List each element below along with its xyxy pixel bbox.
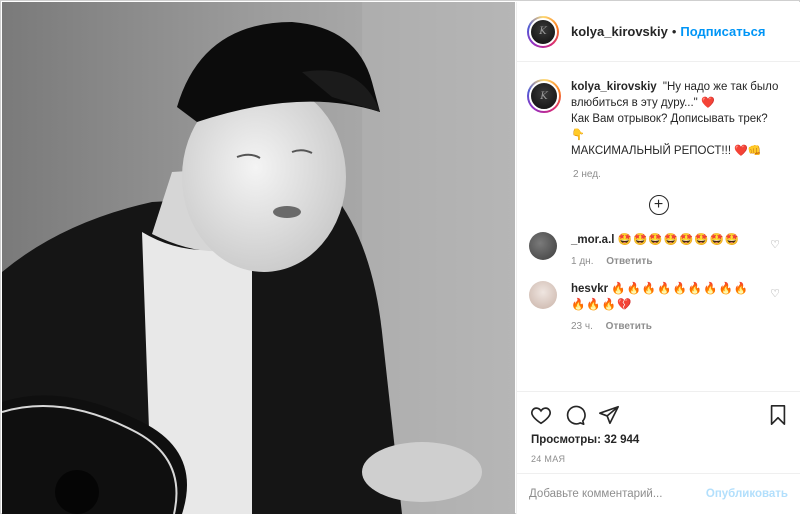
comment-meta: 23 ч. Ответить	[571, 321, 784, 332]
post-side-panel: K kolya_kirovskiy • Подписаться K kolya_…	[516, 2, 800, 514]
post-video[interactable]	[2, 2, 515, 514]
post-date[interactable]: 24 МАЯ	[517, 454, 800, 464]
post-actions: Просмотры: 32 944 24 МАЯ Добавьте коммен…	[517, 391, 800, 513]
caption-line-3: МАКСИМАЛЬНЫЙ РЕПОСТ!!!	[571, 145, 732, 157]
caption-point-emoji: 👇	[571, 129, 585, 141]
caption-avatar[interactable]: K	[527, 79, 561, 113]
action-icons-row	[517, 392, 800, 430]
add-comment-input[interactable]: Добавьте комментарий...	[529, 488, 706, 500]
caption-username[interactable]: kolya_kirovskiy	[571, 81, 657, 93]
save-bookmark-icon[interactable]	[766, 403, 790, 427]
author-avatar[interactable]: K	[527, 15, 559, 48]
load-more-comments: +	[517, 184, 800, 226]
commenter-username[interactable]: hesvkr	[571, 283, 608, 295]
publish-button[interactable]: Опубликовать	[706, 488, 788, 500]
add-comment-bar: Добавьте комментарий... Опубликовать	[517, 473, 800, 513]
follow-button[interactable]: Подписаться	[680, 24, 765, 39]
comment-item: _mor.a.l 🤩🤩🤩🤩🤩🤩🤩🤩 1 дн. Ответить ♡	[517, 232, 800, 267]
author-username[interactable]: kolya_kirovskiy	[571, 24, 668, 39]
views-count[interactable]: Просмотры: 32 944	[517, 434, 800, 446]
comment-item: hesvkr 🔥🔥🔥🔥🔥🔥🔥🔥🔥🔥🔥🔥💔 23 ч. Ответить ♡	[517, 281, 800, 332]
comment-body: hesvkr 🔥🔥🔥🔥🔥🔥🔥🔥🔥🔥🔥🔥💔	[571, 281, 784, 313]
comment-text: 🤩🤩🤩🤩🤩🤩🤩🤩	[617, 234, 741, 246]
load-more-comments-button[interactable]: +	[648, 195, 669, 215]
commenter-avatar[interactable]	[529, 232, 557, 260]
caption-line-2: Как Вам отрывок? Дописывать трек?	[571, 113, 768, 125]
caption-avatar-image: K	[529, 81, 559, 111]
commenter-username[interactable]: _mor.a.l	[571, 234, 614, 246]
caption-timestamp[interactable]: 2 нед.	[573, 169, 800, 180]
video-frame-image	[2, 2, 515, 514]
reply-button[interactable]: Ответить	[606, 256, 652, 267]
caption-text: kolya_kirovskiy "Ну надо же так было влю…	[571, 79, 784, 159]
comment-body: _mor.a.l 🤩🤩🤩🤩🤩🤩🤩🤩	[571, 232, 760, 248]
comment-like-heart-icon[interactable]: ♡	[770, 287, 780, 300]
post-caption: K kolya_kirovskiy "Ну надо же так было в…	[517, 63, 800, 159]
comments-scroll-area[interactable]: K kolya_kirovskiy "Ну надо же так было в…	[517, 63, 800, 391]
caption-heart-emoji: ❤️	[700, 97, 715, 109]
header-separator: •	[671, 24, 677, 39]
comment-timestamp[interactable]: 1 дн.	[571, 256, 593, 267]
comment-bubble-icon[interactable]	[563, 403, 587, 427]
share-paper-plane-icon[interactable]	[597, 403, 621, 427]
post-header: K kolya_kirovskiy • Подписаться	[517, 2, 800, 62]
reply-button[interactable]: Ответить	[606, 321, 652, 332]
commenter-avatar[interactable]	[529, 281, 557, 309]
like-heart-icon[interactable]	[529, 403, 553, 427]
comment-timestamp[interactable]: 23 ч.	[571, 321, 593, 332]
post-window: K kolya_kirovskiy • Подписаться K kolya_…	[0, 0, 800, 514]
author-avatar-image: K	[529, 17, 557, 46]
comment-meta: 1 дн. Ответить	[571, 256, 760, 267]
caption-end-emojis: ❤️👊	[734, 145, 762, 157]
comment-like-heart-icon[interactable]: ♡	[770, 238, 780, 251]
